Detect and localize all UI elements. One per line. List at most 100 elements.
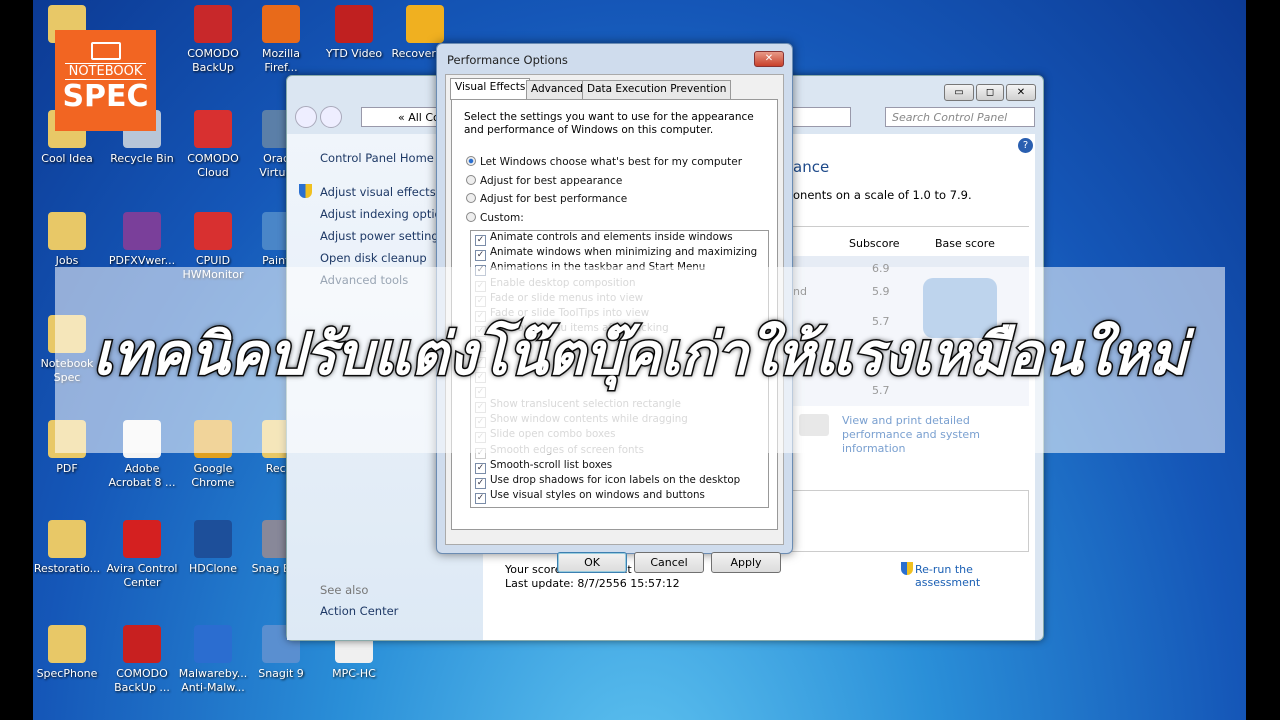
tab-advanced[interactable]: Advanced [526, 80, 588, 99]
last-update: Last update: 8/7/2556 15:57:12 [505, 577, 680, 590]
link-control-panel-home[interactable]: Control Panel Home [320, 151, 434, 165]
desktop-icon-label: Adobe Acrobat 8 ... [108, 462, 176, 489]
radio-label: Let Windows choose what's best for my co… [480, 156, 743, 168]
desktop-icon-label: Snagit 9 [258, 667, 304, 680]
radio-icon [466, 193, 476, 203]
app-icon [194, 520, 232, 558]
rerun-assessment-link[interactable]: Re-run the assessment [915, 563, 1035, 589]
search-input[interactable]: Search Control Panel [885, 107, 1035, 127]
desktop-icon-label: Mozilla Firef... [262, 47, 300, 74]
row-label: nd [793, 285, 807, 298]
page-heading: ance [793, 158, 830, 176]
checkbox-icon: ✓ [475, 462, 486, 474]
desktop-icon-label: COMODO BackUp ... [114, 667, 170, 694]
desktop-icon[interactable]: PDFXVwer... [105, 212, 179, 268]
shield-icon [901, 562, 913, 575]
desktop-icon-label: COMODO BackUp [187, 47, 239, 74]
desktop-icon-label: MPC-HC [332, 667, 376, 680]
link-disk-cleanup[interactable]: Open disk cleanup [320, 251, 427, 265]
desktop-icon-label: Avira Control Center [106, 562, 178, 589]
app-icon [406, 5, 444, 43]
app-icon [194, 5, 232, 43]
dialog-close-button[interactable]: ✕ [754, 51, 784, 67]
desktop-icon[interactable]: COMODO BackUp [176, 5, 250, 75]
help-icon[interactable]: ? [1018, 138, 1033, 153]
desktop-icon-label: HDClone [189, 562, 237, 575]
radio-icon [466, 156, 476, 166]
laptop-icon [90, 42, 121, 60]
desktop-icon-label: SpecPhone [36, 667, 98, 680]
radio-icon [466, 212, 476, 222]
checkbox-option[interactable]: ✓ Animate controls and elements inside wi… [471, 231, 768, 246]
radio-label: Adjust for best performance [480, 193, 628, 205]
link-action-center[interactable]: Action Center [320, 604, 398, 618]
radio-option[interactable]: Custom: [466, 212, 524, 224]
desktop-icon-label: Cool Idea [41, 152, 93, 165]
desktop-icon-label: COMODO Cloud [187, 152, 239, 179]
desktop-icon-label: Recycle Bin [110, 152, 174, 165]
desktop-icon[interactable]: COMODO BackUp ... [105, 625, 179, 695]
title-banner: เทคนิคปรับแต่งโน๊ตบุ๊คเก่าให้แรงเหมือนให… [55, 267, 1225, 453]
cancel-button[interactable]: Cancel [634, 552, 704, 573]
checkbox-icon: ✓ [475, 478, 486, 489]
logo-line2: SPEC [62, 79, 149, 114]
tab-dep[interactable]: Data Execution Prevention [582, 80, 732, 99]
desktop-icon[interactable]: Avira Control Center [105, 520, 179, 590]
tab-visual-effects[interactable]: Visual Effects [450, 78, 531, 100]
app-icon [194, 625, 232, 663]
radio-option[interactable]: Adjust for best performance [466, 193, 627, 205]
checkbox-icon: ✓ [475, 493, 486, 505]
desktop-icon-label: PDF [56, 462, 78, 475]
minimize-button[interactable]: ▭ [944, 84, 974, 101]
radio-option[interactable]: Let Windows choose what's best for my co… [466, 156, 742, 168]
desktop-icon[interactable]: YTD Video [317, 5, 391, 61]
print-details-link[interactable]: View and print detailed performance and … [842, 414, 1032, 456]
checkbox-option[interactable]: ✓ Animate windows when minimizing and max… [471, 246, 768, 262]
subscore-header: Subscore [849, 237, 900, 250]
banner-title: เทคนิคปรับแต่งโน๊ตบุ๊คเก่าให้แรงเหมือนให… [91, 319, 1188, 390]
notebookspec-logo: NOTEBOOK SPEC [55, 30, 156, 131]
ok-button[interactable]: OK [557, 552, 627, 573]
maximize-button[interactable]: ◻ [976, 84, 1004, 101]
subscore-value: 5.7 [872, 315, 890, 328]
app-icon [335, 5, 373, 43]
radio-option[interactable]: Adjust for best appearance [466, 175, 622, 187]
close-button[interactable]: ✕ [1006, 84, 1036, 101]
desktop-icon[interactable]: Jobs [33, 212, 104, 268]
desktop-icon-label: Restoratio... [33, 562, 101, 575]
checkbox-option[interactable]: ✓ Smooth-scroll list boxes [471, 459, 768, 474]
checkbox-option[interactable]: ✓ Use visual styles on windows and button… [471, 489, 768, 505]
app-icon [48, 625, 86, 663]
radio-icon [466, 175, 476, 185]
desktop-icon-label: Google Chrome [191, 462, 235, 489]
checkbox-label: Use visual styles on windows and buttons [490, 489, 705, 502]
checkbox-icon: ✓ [475, 235, 486, 246]
desktop-icon[interactable]: HDClone [176, 520, 250, 576]
desktop-icon[interactable]: Mozilla Firef... [244, 5, 318, 75]
desktop-icon-label: PDFXVwer... [108, 254, 176, 267]
desktop-icon[interactable]: SpecPhone [33, 625, 104, 681]
back-button[interactable] [295, 106, 317, 128]
checkbox-label: Use drop shadows for icon labels on the … [490, 474, 741, 486]
link-adjust-power[interactable]: Adjust power settings [320, 229, 445, 243]
desktop-icon[interactable]: Malwareby... Anti-Malw... [176, 625, 250, 695]
link-adjust-visual-effects[interactable]: Adjust visual effects [320, 185, 436, 199]
desktop-icon[interactable]: COMODO Cloud [176, 110, 250, 180]
desktop-icon[interactable]: Restoratio... [33, 520, 104, 576]
app-icon [194, 212, 232, 250]
see-also-label: See also [320, 583, 369, 597]
forward-button[interactable] [320, 106, 342, 128]
checkbox-option[interactable]: ✓ Use drop shadows for icon labels on the… [471, 474, 768, 489]
checkbox-label: Smooth-scroll list boxes [490, 458, 613, 471]
app-icon [48, 520, 86, 558]
app-icon [48, 212, 86, 250]
link-advanced-tools[interactable]: Advanced tools [320, 273, 408, 287]
radio-label: Adjust for best appearance [480, 175, 623, 187]
app-icon [262, 5, 300, 43]
app-icon [123, 625, 161, 663]
checkbox-label: Animate controls and elements inside win… [490, 231, 733, 243]
base-score-header: Base score [935, 237, 995, 250]
subscore-value: 5.9 [872, 285, 890, 298]
subscore-value: 6.9 [872, 262, 890, 275]
apply-button[interactable]: Apply [711, 552, 781, 573]
